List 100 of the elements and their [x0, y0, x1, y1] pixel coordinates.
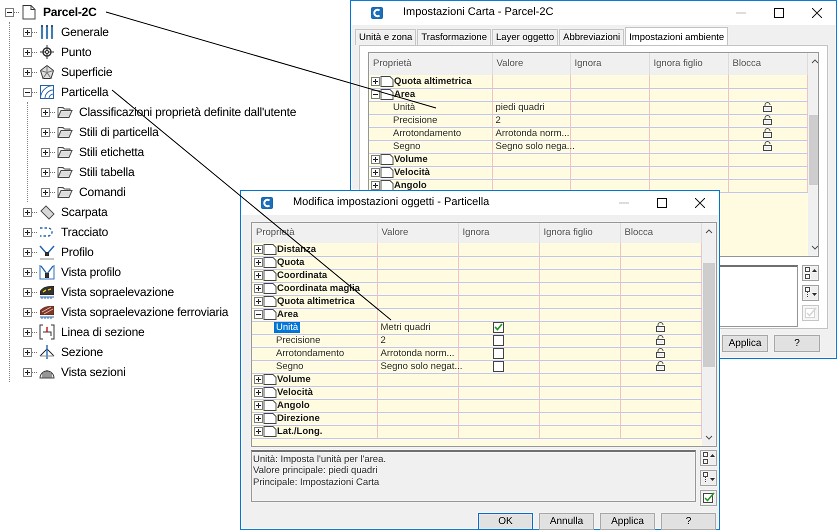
lock-icon[interactable]	[763, 141, 772, 152]
tab[interactable]: Trasformazione	[417, 28, 491, 45]
tree-item[interactable]: Generale	[61, 24, 109, 40]
checkbox[interactable]	[493, 348, 504, 359]
lock-icon[interactable]	[656, 335, 665, 346]
tree-item[interactable]: Vista profilo	[61, 264, 121, 280]
scroll-up-icon[interactable]	[810, 57, 818, 65]
lock-icon[interactable]	[763, 128, 772, 138]
expand-icon[interactable]	[41, 108, 50, 116]
tree-item[interactable]: Comandi	[79, 184, 126, 200]
expand-icon[interactable]	[23, 208, 32, 216]
expand-icon[interactable]	[371, 154, 380, 164]
expand-icon[interactable]	[23, 248, 32, 256]
tab[interactable]: Unità e zona	[355, 28, 416, 45]
expand-icon[interactable]	[23, 288, 32, 296]
table-cell[interactable]: piedi quadri	[492, 101, 570, 114]
expand-icon[interactable]	[254, 414, 263, 423]
expand-icon[interactable]	[41, 148, 50, 156]
expand-icon[interactable]	[254, 426, 263, 436]
scroll-thumb[interactable]	[808, 115, 818, 185]
tree-item[interactable]: Parcel-2C	[43, 4, 97, 20]
lock-icon[interactable]	[656, 348, 665, 358]
expand-icon[interactable]	[23, 228, 32, 236]
expand-icon[interactable]	[254, 258, 263, 267]
column-header[interactable]: Valore	[377, 223, 458, 243]
expand-icon[interactable]	[23, 48, 32, 56]
column-header[interactable]: Ignora figlio	[539, 223, 620, 243]
property-name[interactable]: Arrotondamento	[274, 348, 346, 359]
expand-icon[interactable]	[23, 28, 32, 36]
lock-icon[interactable]	[763, 115, 772, 126]
close-icon[interactable]	[695, 198, 705, 208]
scrollbar[interactable]	[808, 53, 818, 256]
dialog-button[interactable]: ?	[774, 335, 820, 352]
sort-button[interactable]	[802, 265, 819, 281]
group-name[interactable]: Coordinata	[277, 270, 328, 282]
apply-button[interactable]	[700, 490, 717, 506]
group-name[interactable]: Volume	[277, 374, 311, 386]
checkbox[interactable]	[493, 322, 504, 333]
tree-item[interactable]: Vista sopraelevazione ferroviaria	[61, 304, 228, 320]
dialog-button[interactable]: ?	[661, 513, 716, 530]
tree-item[interactable]: Superficie	[61, 64, 112, 80]
property-name[interactable]: Precisione	[274, 334, 322, 346]
tab[interactable]: Impostazioni ambiente	[625, 26, 728, 45]
expand-icon[interactable]	[23, 368, 32, 376]
expand-icon[interactable]	[23, 308, 32, 316]
table-cell[interactable]: Arrotonda norm...	[377, 347, 458, 360]
expand-icon[interactable]	[23, 328, 32, 336]
tree-item[interactable]: Linea di sezione	[61, 324, 145, 340]
table-cell[interactable]: 2	[377, 334, 458, 347]
table-cell[interactable]: 2	[492, 114, 570, 127]
checkbox[interactable]	[493, 334, 504, 346]
group-name[interactable]: Quota altimetrica	[394, 76, 472, 87]
group-name[interactable]: Velocità	[394, 166, 430, 178]
expand-icon[interactable]	[41, 128, 50, 136]
dialog-button[interactable]: Annulla	[539, 513, 594, 530]
filter-button[interactable]	[700, 470, 717, 486]
expand-icon[interactable]	[254, 244, 263, 254]
scroll-down-icon[interactable]	[810, 244, 818, 252]
column-header[interactable]: Proprietà	[369, 53, 492, 75]
expand-icon[interactable]	[254, 270, 263, 280]
group-name[interactable]: Area	[277, 308, 298, 320]
group-name[interactable]: Quota altimetrica	[277, 296, 355, 308]
tab[interactable]: Layer oggetto	[492, 28, 558, 45]
expand-icon[interactable]	[371, 168, 380, 177]
expand-icon[interactable]	[371, 180, 380, 190]
property-name[interactable]: Precisione	[391, 114, 440, 126]
table-cell[interactable]: Arrotonda norm...	[492, 127, 570, 140]
expand-icon[interactable]	[254, 400, 263, 410]
expand-icon[interactable]	[254, 284, 263, 293]
tree-item[interactable]: Vista sezioni	[61, 364, 126, 380]
property-name[interactable]: Segno	[391, 140, 422, 152]
property-name[interactable]: Unità	[391, 102, 418, 113]
tree-item[interactable]: Profilo	[61, 244, 94, 260]
tree-item[interactable]: Stili di particella	[79, 124, 159, 140]
group-name[interactable]: Area	[394, 88, 416, 100]
expand-icon[interactable]	[23, 348, 32, 356]
column-header[interactable]: Valore	[492, 53, 570, 75]
group-name[interactable]: Lat./Long.	[277, 426, 322, 438]
column-header[interactable]: Ignora figlio	[649, 53, 728, 75]
tab[interactable]: Abbreviazioni	[559, 28, 624, 45]
tree-item[interactable]: Scarpata	[61, 204, 108, 220]
collapse-icon[interactable]	[371, 90, 380, 99]
column-header[interactable]: Ignora	[570, 53, 649, 75]
dialog-button[interactable]: Applica	[600, 513, 655, 530]
tree-item[interactable]: Stili tabella	[79, 164, 134, 180]
filter-button[interactable]	[802, 285, 819, 301]
expand-icon[interactable]	[41, 188, 50, 196]
group-name[interactable]: Quota	[277, 256, 304, 268]
lock-icon[interactable]	[763, 102, 772, 112]
scroll-down-icon[interactable]	[705, 434, 713, 442]
maximize-icon[interactable]	[774, 8, 784, 18]
expand-icon[interactable]	[23, 68, 32, 76]
tree-item[interactable]: Stili etichetta	[79, 144, 144, 160]
dialog-button[interactable]: OK	[478, 513, 533, 530]
expand-icon[interactable]	[254, 296, 263, 306]
expand-icon[interactable]	[254, 388, 263, 397]
scroll-up-icon[interactable]	[705, 227, 713, 235]
checkbox[interactable]	[493, 360, 504, 372]
close-icon[interactable]	[812, 8, 822, 18]
column-header[interactable]: Blocca	[620, 223, 701, 243]
